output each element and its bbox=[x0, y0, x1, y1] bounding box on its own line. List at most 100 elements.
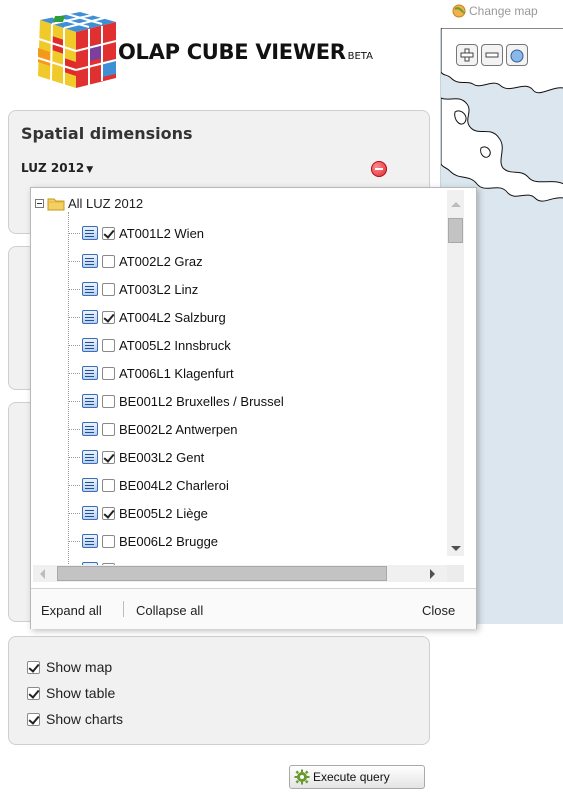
change-map-link[interactable]: Change map bbox=[452, 4, 538, 18]
scroll-down-icon[interactable] bbox=[451, 546, 461, 551]
tree-item-checkbox[interactable] bbox=[102, 422, 115, 436]
show-table-checkbox[interactable] bbox=[27, 686, 40, 700]
scroll-right-icon[interactable] bbox=[430, 569, 435, 579]
collapse-all-link[interactable]: Collapse all bbox=[136, 603, 203, 618]
scroll-left-icon[interactable] bbox=[40, 569, 45, 579]
tree-connector bbox=[68, 372, 80, 374]
list-item-icon bbox=[82, 366, 98, 380]
tree-vertical-scrollbar[interactable] bbox=[447, 190, 464, 556]
tree-connector bbox=[68, 288, 80, 290]
tree-item-label: AT005L2 Innsbruck bbox=[119, 337, 231, 353]
tree-item-checkbox[interactable] bbox=[102, 534, 115, 548]
tree-item[interactable]: BE004L2 Charleroi bbox=[68, 475, 229, 495]
minus-icon bbox=[485, 52, 499, 58]
list-item-icon bbox=[82, 310, 98, 324]
tree-item-checkbox[interactable] bbox=[102, 506, 115, 520]
execute-query-button[interactable]: Execute query bbox=[289, 765, 425, 789]
app-title-text: OLAP CUBE VIEWER bbox=[118, 40, 346, 64]
show-map-checkbox[interactable] bbox=[27, 660, 40, 674]
tree-item[interactable]: AT002L2 Graz bbox=[68, 251, 203, 271]
tree-item-checkbox[interactable] bbox=[102, 310, 115, 324]
list-item-icon bbox=[82, 254, 98, 268]
tree-item-label: BE004L2 Charleroi bbox=[119, 477, 229, 493]
tree-item[interactable]: BE002L2 Antwerpen bbox=[68, 419, 238, 439]
tree-item-checkbox[interactable] bbox=[102, 254, 115, 268]
tree-item[interactable]: AT006L1 Klagenfurt bbox=[68, 363, 234, 383]
luz-tree-dropdown: All LUZ 2012 AT001L2 Wien AT002L2 Graz AT0… bbox=[30, 187, 477, 629]
tree-horizontal-scrollbar[interactable] bbox=[33, 565, 447, 582]
tree-item[interactable]: BE006L2 Brugge bbox=[68, 531, 218, 551]
list-item-icon bbox=[82, 282, 98, 296]
list-item-icon bbox=[82, 534, 98, 548]
tree-item[interactable]: AT001L2 Wien bbox=[68, 223, 204, 243]
map-globe-icon bbox=[452, 4, 466, 18]
tree-item[interactable]: AT003L2 Linz bbox=[68, 279, 198, 299]
zoom-out-button[interactable] bbox=[481, 44, 503, 66]
tree-root[interactable]: All LUZ 2012 bbox=[35, 196, 143, 211]
tree-item-checkbox[interactable] bbox=[102, 338, 115, 352]
tree-item-label: AT003L2 Linz bbox=[119, 281, 199, 297]
tree-connector bbox=[68, 316, 80, 318]
tree-item-label: BE001L2 Bruxelles / Brussel bbox=[119, 393, 284, 409]
horizontal-scroll-thumb[interactable] bbox=[57, 566, 387, 581]
luz-dimension-selector[interactable]: LUZ 2012 ▼ bbox=[21, 161, 93, 175]
show-table-option[interactable]: Show table bbox=[27, 685, 115, 701]
tree-item-checkbox[interactable] bbox=[102, 282, 115, 296]
show-charts-checkbox[interactable] bbox=[27, 712, 40, 726]
change-map-label: Change map bbox=[469, 4, 538, 18]
vertical-scroll-thumb[interactable] bbox=[448, 218, 463, 243]
list-item-icon bbox=[82, 422, 98, 436]
map-extent-button[interactable] bbox=[506, 44, 528, 66]
show-map-option[interactable]: Show map bbox=[27, 659, 112, 675]
panel-title: Spatial dimensions bbox=[21, 124, 193, 143]
tree-item-label: BE003L2 Gent bbox=[119, 449, 205, 465]
tree-item[interactable]: BE001L2 Bruxelles / Brussel bbox=[68, 391, 284, 411]
rubiks-cube-logo bbox=[37, 12, 117, 88]
tree-connector bbox=[68, 484, 80, 486]
tree-item-checkbox[interactable] bbox=[102, 226, 115, 240]
scrollbar-corner bbox=[447, 565, 464, 582]
tree-item[interactable]: BE005L2 Liège bbox=[68, 503, 208, 523]
close-link[interactable]: Close bbox=[422, 603, 455, 618]
beta-badge: BETA bbox=[347, 51, 373, 62]
show-map-label: Show map bbox=[46, 659, 113, 675]
tree-item-checkbox[interactable] bbox=[102, 478, 115, 492]
tree-item[interactable]: BE003L2 Gent bbox=[68, 447, 204, 467]
remove-dimension-button[interactable] bbox=[371, 161, 387, 177]
folder-icon bbox=[47, 198, 65, 210]
scroll-up-icon[interactable] bbox=[451, 202, 461, 207]
display-options-panel: Show map Show table Show charts bbox=[8, 636, 430, 745]
tree-item-label: BE002L2 Antwerpen bbox=[119, 421, 238, 437]
dimension-selector-label: LUZ 2012 bbox=[21, 161, 85, 175]
expand-all-link[interactable]: Expand all bbox=[41, 603, 102, 618]
tree-item-label: BE005L2 Liège bbox=[119, 505, 208, 521]
tree-connector bbox=[68, 428, 80, 430]
tree-connector bbox=[68, 260, 80, 262]
tree-connector bbox=[68, 540, 80, 542]
show-charts-option[interactable]: Show charts bbox=[27, 711, 123, 727]
app-title: OLAP CUBE VIEWER BETA bbox=[118, 40, 373, 64]
gear-icon bbox=[294, 769, 310, 785]
tree-item-label: AT002L2 Graz bbox=[119, 253, 203, 269]
collapse-toggle-icon[interactable] bbox=[35, 199, 44, 208]
show-charts-label: Show charts bbox=[46, 711, 124, 727]
globe-icon bbox=[510, 49, 524, 63]
tree-footer: Expand all Collapse all Close bbox=[31, 588, 476, 629]
show-table-label: Show table bbox=[46, 685, 116, 701]
tree-connector bbox=[68, 232, 80, 234]
footer-divider bbox=[123, 601, 124, 617]
tree-item-checkbox[interactable] bbox=[102, 366, 115, 380]
tree-item-checkbox[interactable] bbox=[102, 394, 115, 408]
tree-item-label: AT006L1 Klagenfurt bbox=[119, 365, 234, 381]
plus-icon bbox=[460, 48, 474, 62]
tree-item[interactable]: AT004L2 Salzburg bbox=[68, 307, 226, 327]
tree-item-label: AT001L2 Wien bbox=[119, 225, 205, 241]
tree-item-checkbox[interactable] bbox=[102, 450, 115, 464]
zoom-in-button[interactable] bbox=[456, 44, 478, 66]
list-item-icon bbox=[82, 226, 98, 240]
list-item-icon bbox=[82, 338, 98, 352]
tree-item-label: AT004L2 Salzburg bbox=[119, 309, 226, 325]
tree-item[interactable]: AT005L2 Innsbruck bbox=[68, 335, 231, 355]
caret-down-icon: ▼ bbox=[86, 165, 94, 175]
list-item-icon bbox=[82, 506, 98, 520]
